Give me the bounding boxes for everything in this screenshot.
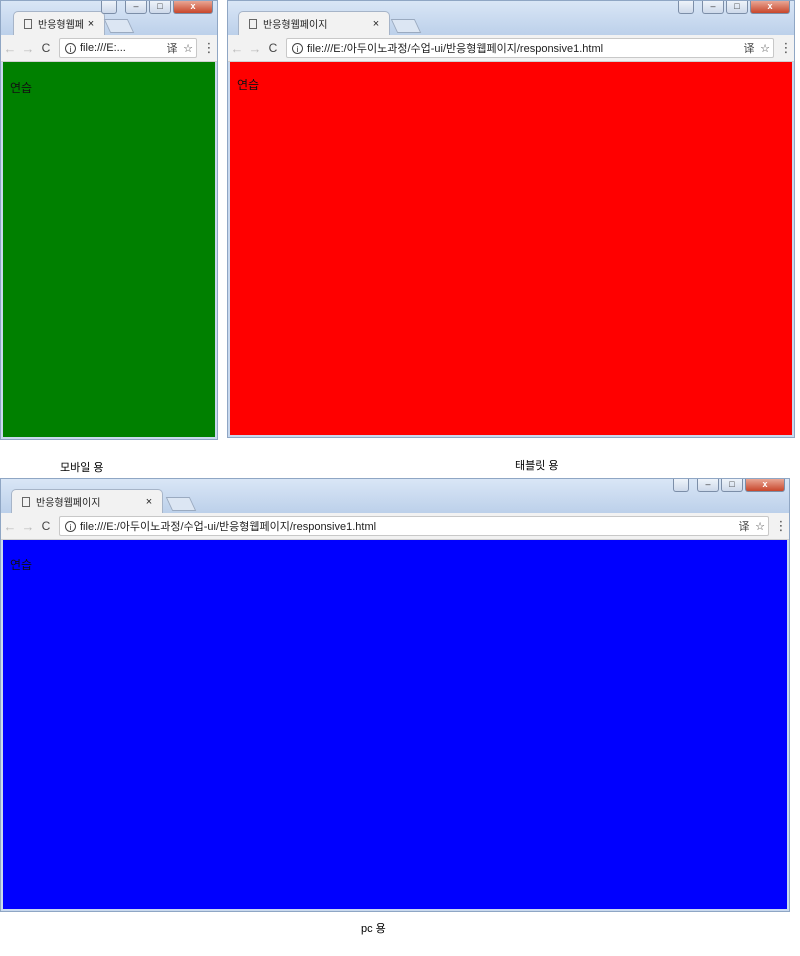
browser-tab[interactable]: 반응형웹페이지 × — [11, 489, 163, 513]
page-content: 연습 — [230, 62, 792, 435]
reload-button[interactable]: C — [264, 41, 282, 55]
tab-title: 반응형웹페 — [38, 20, 84, 31]
title-bar: 반응형웹페 × – □ x — [1, 1, 217, 35]
back-button[interactable]: ← — [1, 41, 19, 56]
url-text[interactable]: file:///E:... — [80, 42, 164, 54]
url-text[interactable]: file:///E:/아두이노과정/수업-ui/반응형웹페이지/responsi… — [307, 40, 741, 56]
user-icon[interactable] — [678, 1, 694, 14]
address-bar[interactable]: i file:///E:... 译 ☆ — [59, 38, 197, 58]
page-icon — [24, 18, 32, 29]
bookmark-star-icon[interactable]: ☆ — [180, 42, 196, 55]
maximize-button[interactable]: □ — [149, 1, 171, 14]
new-tab-button[interactable] — [103, 19, 135, 33]
pc-browser-window: 반응형웹페이지 × – □ x ← → C i file:///E:/아두이노과… — [0, 478, 790, 912]
maximize-button[interactable]: □ — [726, 1, 748, 14]
reload-button[interactable]: C — [37, 519, 55, 533]
mobile-caption: 모바일 용 — [60, 462, 104, 474]
page-content: 연습 — [3, 62, 215, 437]
menu-icon[interactable]: ⋮ — [773, 518, 789, 534]
window-controls: – □ x — [673, 479, 785, 492]
page-content: 연습 — [3, 540, 787, 909]
url-text[interactable]: file:///E:/아두이노과정/수업-ui/반응형웹페이지/responsi… — [80, 518, 736, 534]
title-bar: 반응형웹페이지 × – □ x — [228, 1, 794, 35]
translate-icon[interactable]: 译 — [164, 40, 180, 56]
address-bar[interactable]: i file:///E:/아두이노과정/수업-ui/반응형웹페이지/respon… — [59, 516, 769, 536]
new-tab-button[interactable] — [165, 497, 197, 511]
tablet-caption: 태블릿 용 — [515, 460, 559, 472]
user-icon[interactable] — [101, 1, 117, 14]
page-icon — [22, 496, 30, 507]
tab-title: 반응형웹페이지 — [36, 498, 101, 509]
info-icon[interactable]: i — [65, 520, 76, 532]
info-icon[interactable]: i — [65, 42, 76, 54]
bookmark-star-icon[interactable]: ☆ — [757, 42, 773, 55]
minimize-button[interactable]: – — [702, 1, 724, 14]
browser-toolbar: ← → C i file:///E:... 译 ☆ ⋮ — [1, 35, 217, 62]
window-controls: – □ x — [678, 1, 790, 14]
tablet-browser-window: 반응형웹페이지 × – □ x ← → C i file:///E:/아두이노과… — [227, 0, 795, 438]
minimize-button[interactable]: – — [697, 479, 719, 492]
browser-tab[interactable]: 반응형웹페 × — [13, 11, 105, 35]
browser-tab[interactable]: 반응형웹페이지 × — [238, 11, 390, 35]
back-button[interactable]: ← — [1, 519, 19, 534]
forward-button[interactable]: → — [19, 41, 37, 56]
back-button[interactable]: ← — [228, 41, 246, 56]
translate-icon[interactable]: 译 — [736, 518, 752, 534]
menu-icon[interactable]: ⋮ — [778, 40, 794, 56]
window-close-button[interactable]: x — [745, 479, 785, 492]
forward-button[interactable]: → — [19, 519, 37, 534]
info-icon[interactable]: i — [292, 42, 303, 54]
content-text: 연습 — [10, 558, 33, 572]
page-icon — [249, 18, 257, 29]
reload-button[interactable]: C — [37, 41, 55, 55]
window-close-button[interactable]: x — [750, 1, 790, 14]
minimize-button[interactable]: – — [125, 1, 147, 14]
menu-icon[interactable]: ⋮ — [201, 40, 217, 56]
tab-close-icon[interactable]: × — [142, 496, 156, 508]
new-tab-button[interactable] — [390, 19, 422, 33]
window-controls: – □ x — [101, 1, 213, 14]
tab-title: 반응형웹페이지 — [263, 20, 328, 31]
content-text: 연습 — [237, 78, 260, 92]
browser-toolbar: ← → C i file:///E:/아두이노과정/수업-ui/반응형웹페이지/… — [1, 513, 789, 540]
content-text: 연습 — [10, 81, 33, 95]
tab-close-icon[interactable]: × — [369, 18, 383, 30]
maximize-button[interactable]: □ — [721, 479, 743, 492]
window-close-button[interactable]: x — [173, 1, 213, 14]
bookmark-star-icon[interactable]: ☆ — [752, 520, 768, 533]
forward-button[interactable]: → — [246, 41, 264, 56]
pc-caption: pc 용 — [361, 923, 386, 935]
tab-close-icon[interactable]: × — [84, 18, 98, 30]
translate-icon[interactable]: 译 — [741, 40, 757, 56]
user-icon[interactable] — [673, 479, 689, 492]
browser-toolbar: ← → C i file:///E:/아두이노과정/수업-ui/반응형웹페이지/… — [228, 35, 794, 62]
address-bar[interactable]: i file:///E:/아두이노과정/수업-ui/반응형웹페이지/respon… — [286, 38, 774, 58]
mobile-browser-window: 반응형웹페 × – □ x ← → C i file:///E:... 译 ☆ … — [0, 0, 218, 440]
title-bar: 반응형웹페이지 × – □ x — [1, 479, 789, 513]
